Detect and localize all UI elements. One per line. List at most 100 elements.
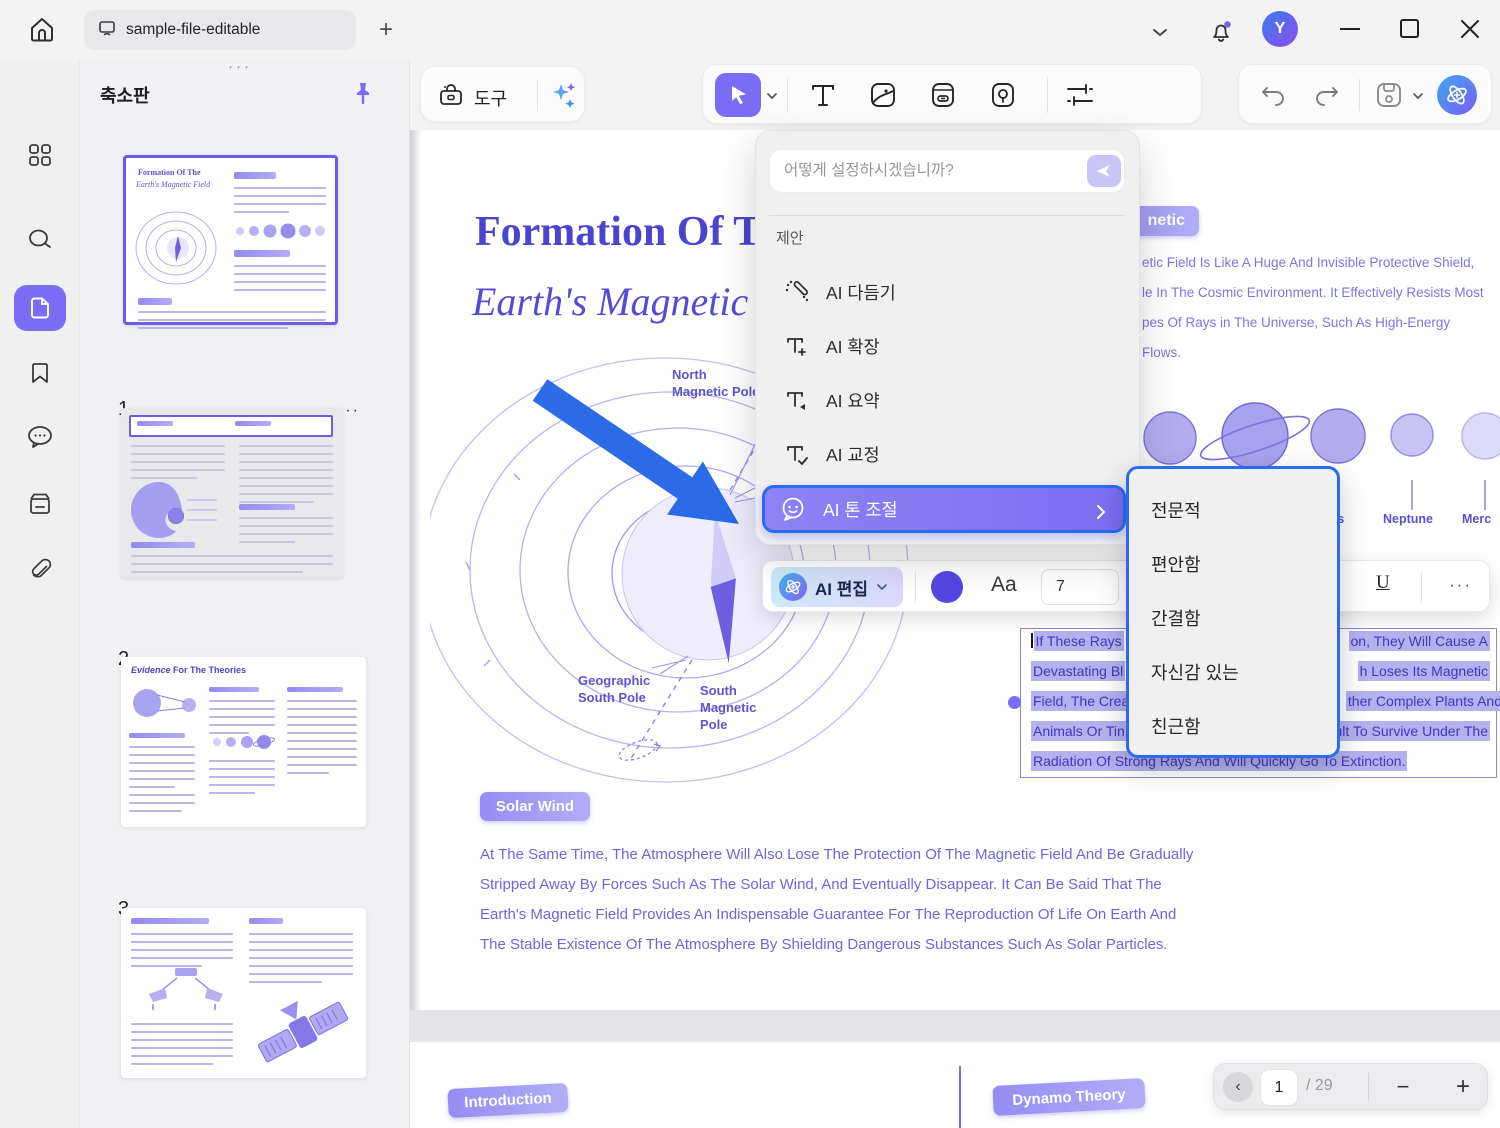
planet-label-mercury: Merc bbox=[1462, 512, 1492, 526]
new-tab-button[interactable]: + bbox=[372, 16, 400, 44]
selected-line: on, They Will Cause A bbox=[1348, 631, 1490, 651]
page-separator bbox=[410, 1010, 1500, 1042]
text-summarize-icon bbox=[787, 392, 805, 410]
toolbox-icon bbox=[437, 81, 465, 114]
ai-assistant-icon[interactable] bbox=[1437, 75, 1477, 115]
home-button[interactable] bbox=[26, 14, 58, 46]
selected-line: ult To Survive Under The bbox=[1332, 721, 1490, 741]
text-tool-icon[interactable] bbox=[807, 79, 839, 116]
tone-smiley-icon bbox=[782, 497, 804, 521]
undo-icon[interactable] bbox=[1259, 83, 1287, 112]
apps-grid-icon[interactable] bbox=[20, 135, 60, 175]
thumb1-title-line1: Formation Of The bbox=[138, 168, 201, 177]
ai-edit-icon bbox=[779, 573, 807, 601]
search-icon[interactable] bbox=[20, 220, 60, 260]
stamp-location-tool-icon[interactable] bbox=[987, 79, 1019, 116]
adjust-sliders-icon[interactable] bbox=[1065, 81, 1095, 114]
minimize-button[interactable] bbox=[1340, 28, 1360, 30]
select-tool-chevron-icon[interactable] bbox=[765, 89, 779, 107]
right-paragraph-line: Flows. bbox=[1142, 345, 1182, 360]
solar-paragraph-line: At The Same Time, The Atmosphere Will Al… bbox=[480, 846, 1194, 863]
redo-icon[interactable] bbox=[1313, 83, 1341, 112]
column-divider bbox=[959, 1066, 961, 1128]
bookmark-icon[interactable] bbox=[20, 353, 60, 393]
total-pages-label: / 29 bbox=[1306, 1077, 1333, 1094]
right-paragraph-line: le In The Cosmic Environment. It Effecti… bbox=[1142, 285, 1484, 300]
underline-button[interactable]: U bbox=[1376, 572, 1390, 594]
ai-sparkles-icon[interactable] bbox=[549, 80, 579, 115]
selected-line: Field, The Crea bbox=[1031, 691, 1132, 711]
panel-drag-handle[interactable]: ··· bbox=[228, 58, 252, 75]
maximize-button[interactable] bbox=[1400, 19, 1419, 38]
font-family-button[interactable]: Aa bbox=[991, 573, 1017, 597]
history-save-group bbox=[1238, 64, 1492, 124]
thumb1-badge bbox=[234, 172, 276, 179]
ai-prompt-input[interactable] bbox=[769, 149, 1125, 193]
page-thumbnail-3[interactable]: Evidence For The Theories bbox=[121, 657, 366, 827]
previous-page-button[interactable]: ‹ bbox=[1223, 1072, 1253, 1102]
menu-item-ai-tone[interactable]: AI 톤 조절 bbox=[762, 485, 1126, 533]
thumb1-planets bbox=[236, 223, 325, 239]
text-proofread-icon bbox=[787, 446, 808, 465]
page-navigation: ‹ 1 / 29 − + bbox=[1213, 1063, 1488, 1110]
solar-wind-badge: Solar Wind bbox=[480, 792, 590, 821]
tone-option-relaxed[interactable]: 편안함 bbox=[1151, 551, 1321, 581]
save-chevron-icon[interactable] bbox=[1411, 89, 1425, 107]
magic-wand-icon bbox=[785, 280, 809, 302]
selected-line: Devastating Bl bbox=[1031, 661, 1126, 681]
chevron-down-icon[interactable] bbox=[1148, 20, 1172, 44]
solar-paragraph-line: Stripped Away By Forces Such As The Sola… bbox=[480, 876, 1162, 893]
menu-item-ai-summarize[interactable]: AI 요약 bbox=[764, 375, 1132, 425]
tone-option-confident[interactable]: 자신감 있는 bbox=[1151, 659, 1321, 689]
thumb2-hemisphere bbox=[131, 482, 217, 538]
app-window: sample-file-editable + Y ··· 축소판 Formati… bbox=[0, 0, 1500, 1128]
doc-title-line1: Formation Of The bbox=[475, 209, 804, 255]
zoom-in-button[interactable]: + bbox=[1446, 1071, 1480, 1103]
notifications-bell-icon[interactable] bbox=[1206, 16, 1236, 46]
send-button[interactable] bbox=[1087, 155, 1121, 187]
right-paragraph-line: pes Of Rays in The Universe, Such As Hig… bbox=[1142, 315, 1451, 330]
select-tool-button[interactable] bbox=[715, 73, 761, 117]
sidebar-item-thumbnails[interactable] bbox=[14, 285, 66, 331]
tone-option-professional[interactable]: 전문적 bbox=[1151, 497, 1321, 527]
tools-group: 도구 bbox=[420, 66, 585, 122]
image-tool-icon[interactable] bbox=[867, 79, 899, 116]
more-options-button[interactable]: ··· bbox=[1449, 575, 1472, 595]
font-size-field[interactable]: 7 bbox=[1041, 569, 1119, 605]
save-icon[interactable] bbox=[1373, 79, 1405, 116]
pin-icon[interactable] bbox=[350, 80, 376, 111]
zoom-out-button[interactable]: − bbox=[1386, 1072, 1420, 1102]
document-tab[interactable]: sample-file-editable bbox=[84, 10, 356, 50]
link-tool-icon[interactable] bbox=[927, 79, 959, 116]
tone-submenu: 전문적 편안함 간결함 자신감 있는 친근함 bbox=[1126, 466, 1340, 758]
submenu-chevron-icon bbox=[1097, 505, 1106, 519]
current-page-field[interactable]: 1 bbox=[1260, 1069, 1298, 1106]
page-thumbnail-1[interactable]: Formation Of The Earth's Magnetic Field bbox=[123, 155, 338, 329]
edit-tools-group: 닫기 bbox=[702, 64, 1202, 183]
ai-edit-button[interactable]: AI 편집 bbox=[771, 567, 903, 607]
textbox-handle[interactable] bbox=[1008, 696, 1021, 709]
tone-option-concise[interactable]: 간결함 bbox=[1151, 605, 1321, 635]
text-color-swatch[interactable] bbox=[931, 571, 963, 603]
page-thumbnail-4[interactable] bbox=[121, 908, 366, 1078]
thumbnail-panel: ··· 축소판 Formation Of The Earth's Magneti… bbox=[80, 58, 410, 1128]
thumb1-field-diagram bbox=[135, 211, 217, 285]
file-box-icon[interactable] bbox=[20, 484, 60, 524]
ai-popup: 제안 AI 다듬기 AI 확장 AI 요약 AI 교정 AI 톤 조절 bbox=[755, 130, 1140, 545]
avatar[interactable]: Y bbox=[1262, 11, 1298, 47]
page-thumbnail-2[interactable] bbox=[121, 408, 343, 578]
comments-icon[interactable] bbox=[20, 417, 60, 457]
menu-item-ai-expand[interactable]: AI 확장 bbox=[764, 321, 1132, 371]
close-window-button[interactable] bbox=[1459, 18, 1481, 40]
menu-item-ai-polish[interactable]: AI 다듬기 bbox=[764, 267, 1132, 317]
tools-button[interactable]: 도구 bbox=[437, 81, 507, 114]
thumb3-diagram bbox=[133, 689, 196, 717]
menu-item-ai-proofread[interactable]: AI 교정 bbox=[764, 429, 1132, 479]
text-caret bbox=[1031, 633, 1033, 648]
label-geographic-south-pole: Geographic South Pole bbox=[578, 673, 651, 705]
right-paragraph-line: etic Field Is Like A Huge And Invisible … bbox=[1142, 255, 1475, 270]
thumb4-antennas bbox=[149, 968, 223, 1010]
paperclip-icon[interactable] bbox=[20, 550, 60, 590]
tone-option-friendly[interactable]: 친근함 bbox=[1151, 713, 1321, 743]
solar-paragraph-line: The Stable Existence Of The Atmosphere B… bbox=[480, 936, 1168, 953]
